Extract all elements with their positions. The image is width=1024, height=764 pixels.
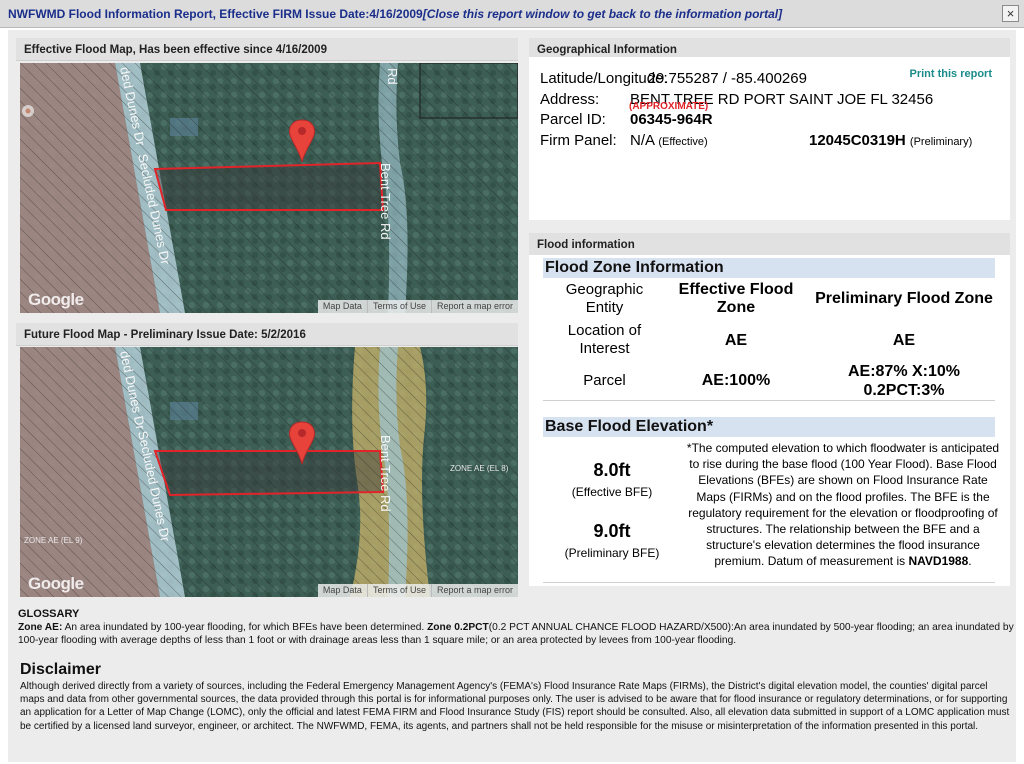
street-label-top-right: Rd [385,68,400,85]
effective-flood-map[interactable]: ded Dunes Dr Secluded Dunes Dr Rd Bent T… [20,63,518,313]
map-data-link[interactable]: Map Data [318,584,367,597]
bfe-note-end: . [968,554,972,569]
glossary-pct-term: Zone 0.2PCT [427,622,489,633]
col-effective-zone: Effective Flood Zone [678,281,794,316]
disclaimer-title: Disclaimer [20,661,101,678]
latlon-value: 29.755287 / -85.400269 [647,70,807,87]
parcel-row: Parcel ID: 06345-964R [540,111,713,128]
window-title-text: NWFWMD Flood Information Report, Effecti… [8,7,423,21]
print-report-link[interactable]: Print this report [909,68,992,80]
flood-zone-title: Flood Zone Information [543,258,995,278]
flood-info-panel: Flood Zone Information Geographic Entity… [529,255,1010,586]
parcel-label: Parcel ID: [540,111,606,128]
table-divider [543,400,995,401]
bfe-divider [543,582,995,583]
address-label: Address: [540,91,600,108]
map-attribution: Map Data Terms of Use Report a map error [317,584,518,597]
firm-row: Firm Panel: N/A (Effective) [540,132,708,149]
street-label-bent-tree: Bent Tree Rd [378,435,393,512]
row-parcel-effective: AE:100% [701,372,771,389]
address-row: Address: BENT TREE RD PORT SAINT JOE FL 3… [540,91,933,108]
firm-effective-value: N/A [630,132,655,149]
firm-label: Firm Panel: [540,132,617,149]
zone-label-left: ZONE AE (EL 9) [24,536,83,545]
latlon-row: Latitude/Longitude:29.755287 / -85.40026… [540,70,807,87]
effective-map-header: Effective Flood Map, Has been effective … [16,38,518,61]
google-logo: Google [28,574,84,593]
glossary-ae-term: Zone AE: [18,622,63,633]
col-preliminary-zone: Preliminary Flood Zone [815,290,993,307]
bfe-prelim-value: 9.0ft [593,521,631,541]
report-content: Effective Flood Map, Has been effective … [8,30,1016,762]
bfe-effective-value: 8.0ft [593,460,631,480]
bfe-prelim-label: (Preliminary BFE) [564,546,660,560]
terms-of-use-link[interactable]: Terms of Use [366,584,431,597]
bfe-effective-label: (Effective BFE) [571,485,653,499]
street-label-bent-tree: Bent Tree Rd [378,163,393,240]
glossary-ae-text: An area inundated by 100-year flooding, … [62,622,428,633]
future-map-header: Future Flood Map - Preliminary Issue Dat… [16,323,518,346]
glossary: GLOSSARY Zone AE: An area inundated by 1… [18,608,1014,647]
row-parcel-prelim-1: AE:87% X:10% [847,363,961,380]
col-geographic-entity: Geographic Entity [565,281,644,316]
zone-label-right: ZONE AE (EL 8) [450,464,509,473]
firm-prelim-value: 12045C0319H [809,132,906,149]
glossary-title: GLOSSARY [18,608,80,620]
firm-effective-tag: (Effective) [658,136,708,148]
close-report-link[interactable]: [Close this report window to get back to… [423,7,782,21]
parcel-value: 06345-964R [630,111,713,128]
row-parcel-prelim-2: 0.2PCT:3% [863,382,945,399]
bfe-title: Base Flood Elevation* [543,417,995,437]
bfe-note-text: *The computed elevation to which floodwa… [686,441,1000,569]
firm-prelim: 12045C0319H (Preliminary) [809,132,972,149]
effective-map-imagery: ded Dunes Dr Secluded Dunes Dr Rd Bent T… [20,63,518,313]
close-window-button[interactable]: × [1002,5,1019,22]
future-flood-map[interactable]: ded Dunes Dr Secluded Dunes Dr Bent Tree… [20,347,518,597]
firm-prelim-tag: (Preliminary) [909,136,973,148]
report-map-error-link[interactable]: Report a map error [430,584,518,597]
row-location-label: Location of Interest [567,322,642,357]
report-map-error-link[interactable]: Report a map error [430,300,518,313]
google-logo: Google [28,290,84,309]
disclaimer-text: Although derived directly from a variety… [20,681,1010,732]
row-parcel-label: Parcel [583,372,626,389]
map-data-link[interactable]: Map Data [318,300,367,313]
row-location-effective: AE [724,332,748,349]
terms-of-use-link[interactable]: Terms of Use [366,300,431,313]
bfe-note: *The computed elevation to which floodwa… [682,440,1004,570]
glossary-text: Zone AE: An area inundated by 100-year f… [18,621,1014,647]
future-map-imagery: ded Dunes Dr Secluded Dunes Dr Bent Tree… [20,347,518,597]
window-titlebar: NWFWMD Flood Information Report, Effecti… [0,0,1024,28]
row-location-prelim: AE [892,332,916,349]
flood-info-header: Flood information [529,233,1010,256]
map-attribution: Map Data Terms of Use Report a map error [317,300,518,313]
bfe-datum: NAVD1988 [908,554,969,569]
geo-info-panel: Print this report Latitude/Longitude:29.… [529,57,1010,220]
window-title: NWFWMD Flood Information Report, Effecti… [8,7,782,21]
